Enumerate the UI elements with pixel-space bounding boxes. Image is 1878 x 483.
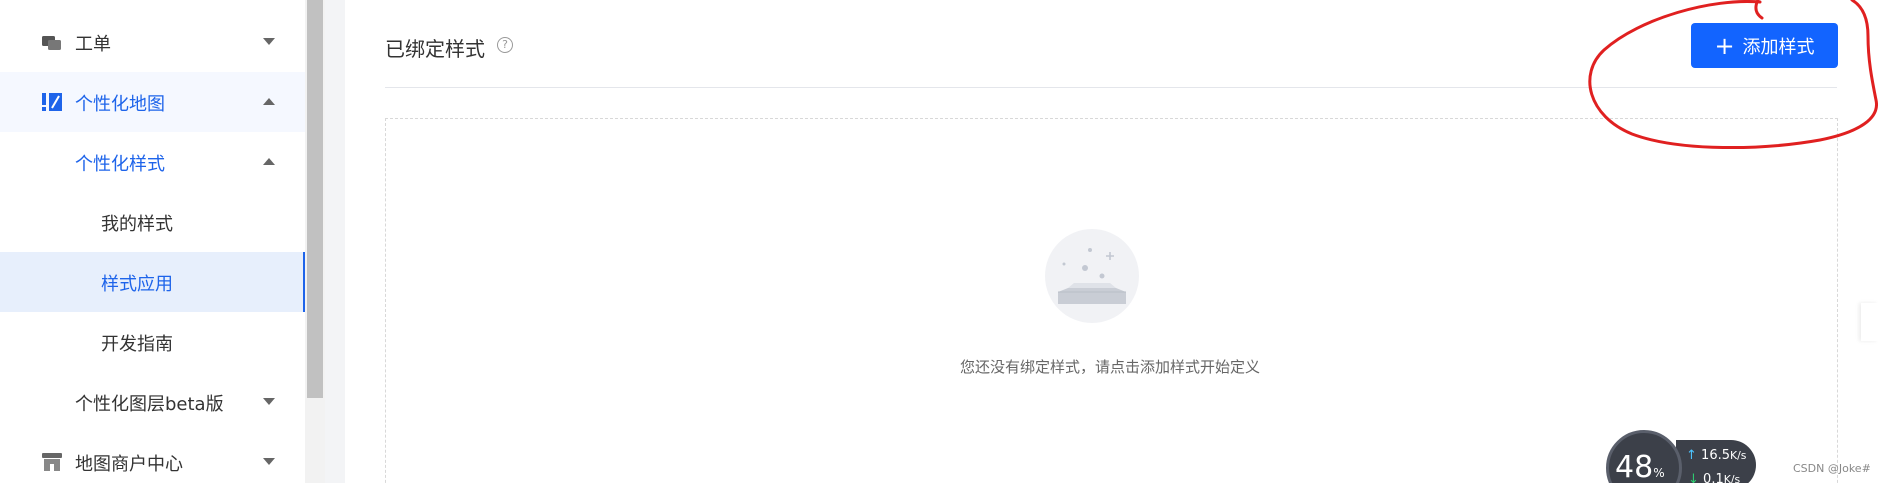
download-speed-value: 0.1 xyxy=(1703,472,1724,483)
app-root: 工单 个性化地图 个性化样式 我的样式 样式应用 开发指南 个性化图层beta版… xyxy=(0,0,1878,483)
sidebar-item-merchant-center[interactable]: 地图商户中心 xyxy=(0,432,305,483)
csdn-watermark: CSDN @Joke# xyxy=(1793,462,1871,475)
chevron-down-icon[interactable] xyxy=(263,458,275,465)
download-speed-unit: K/s xyxy=(1723,473,1741,483)
arrow-down-icon: ↓ xyxy=(1688,472,1699,483)
sidebar-item-dev-guide[interactable]: 开发指南 xyxy=(0,312,305,372)
sidebar-item-custom-map[interactable]: 个性化地图 xyxy=(0,72,305,132)
main-panel: 已绑定样式 ? + 添加样式 您还没有绑定样式，请点击添加样式开始定义 xyxy=(345,0,1878,483)
arrow-up-icon: ↑ xyxy=(1686,448,1697,463)
sidebar-item-my-styles[interactable]: 我的样式 xyxy=(0,192,305,252)
chevron-down-icon[interactable] xyxy=(263,398,275,405)
sidebar-item-label: 个性化图层beta版 xyxy=(75,394,224,415)
store-icon xyxy=(42,453,62,471)
empty-state-message: 您还没有绑定样式，请点击添加样式开始定义 xyxy=(960,358,1261,376)
empty-box-illustration xyxy=(1045,229,1139,323)
upload-speed-value: 16.5 xyxy=(1701,448,1730,463)
sidebar: 工单 个性化地图 个性化样式 我的样式 样式应用 开发指南 个性化图层beta版… xyxy=(0,0,305,483)
content-gutter xyxy=(325,0,345,483)
custom-map-icon xyxy=(42,93,62,111)
download-speed: ↓ 0.1K/s xyxy=(1688,472,1740,483)
usage-percent-unit: % xyxy=(1653,466,1665,480)
usage-percent-value: 48 xyxy=(1615,450,1654,483)
sidebar-scrollbar-thumb[interactable] xyxy=(307,0,323,398)
chevron-up-icon[interactable] xyxy=(263,158,275,165)
upload-speed-unit: K/s xyxy=(1730,449,1747,462)
sidebar-item-custom-style[interactable]: 个性化样式 xyxy=(0,132,305,192)
add-style-button-label: 添加样式 xyxy=(1742,36,1815,58)
help-icon[interactable]: ? xyxy=(497,37,513,53)
sidebar-item-label: 工单 xyxy=(75,34,111,55)
usage-percent: 48% xyxy=(1615,450,1665,483)
sidebar-item-label: 我的样式 xyxy=(101,214,173,235)
chevron-up-icon[interactable] xyxy=(263,98,275,105)
ticket-icon xyxy=(42,36,61,50)
sidebar-item-ticket[interactable]: 工单 xyxy=(0,12,305,72)
sidebar-item-custom-layer-beta[interactable]: 个性化图层beta版 xyxy=(0,372,305,432)
upload-speed: ↑ 16.5K/s xyxy=(1686,448,1746,463)
sidebar-item-label: 样式应用 xyxy=(101,274,173,295)
network-speed-widget[interactable]: 48% ↑ 16.5K/s ↓ 0.1K/s xyxy=(1606,430,1756,483)
header-divider xyxy=(385,87,1837,88)
sidebar-item-label: 个性化地图 xyxy=(75,94,165,115)
plus-icon: + xyxy=(1714,31,1735,60)
sidebar-item-label: 开发指南 xyxy=(101,334,173,355)
floating-side-tab[interactable] xyxy=(1861,303,1878,341)
sidebar-item-label: 个性化样式 xyxy=(75,154,165,175)
sidebar-item-style-application[interactable]: 样式应用 xyxy=(0,252,305,312)
page-title: 已绑定样式 xyxy=(385,37,485,61)
add-style-button[interactable]: + 添加样式 xyxy=(1691,23,1838,68)
sidebar-item-label: 地图商户中心 xyxy=(75,454,183,475)
chevron-down-icon[interactable] xyxy=(263,38,275,45)
